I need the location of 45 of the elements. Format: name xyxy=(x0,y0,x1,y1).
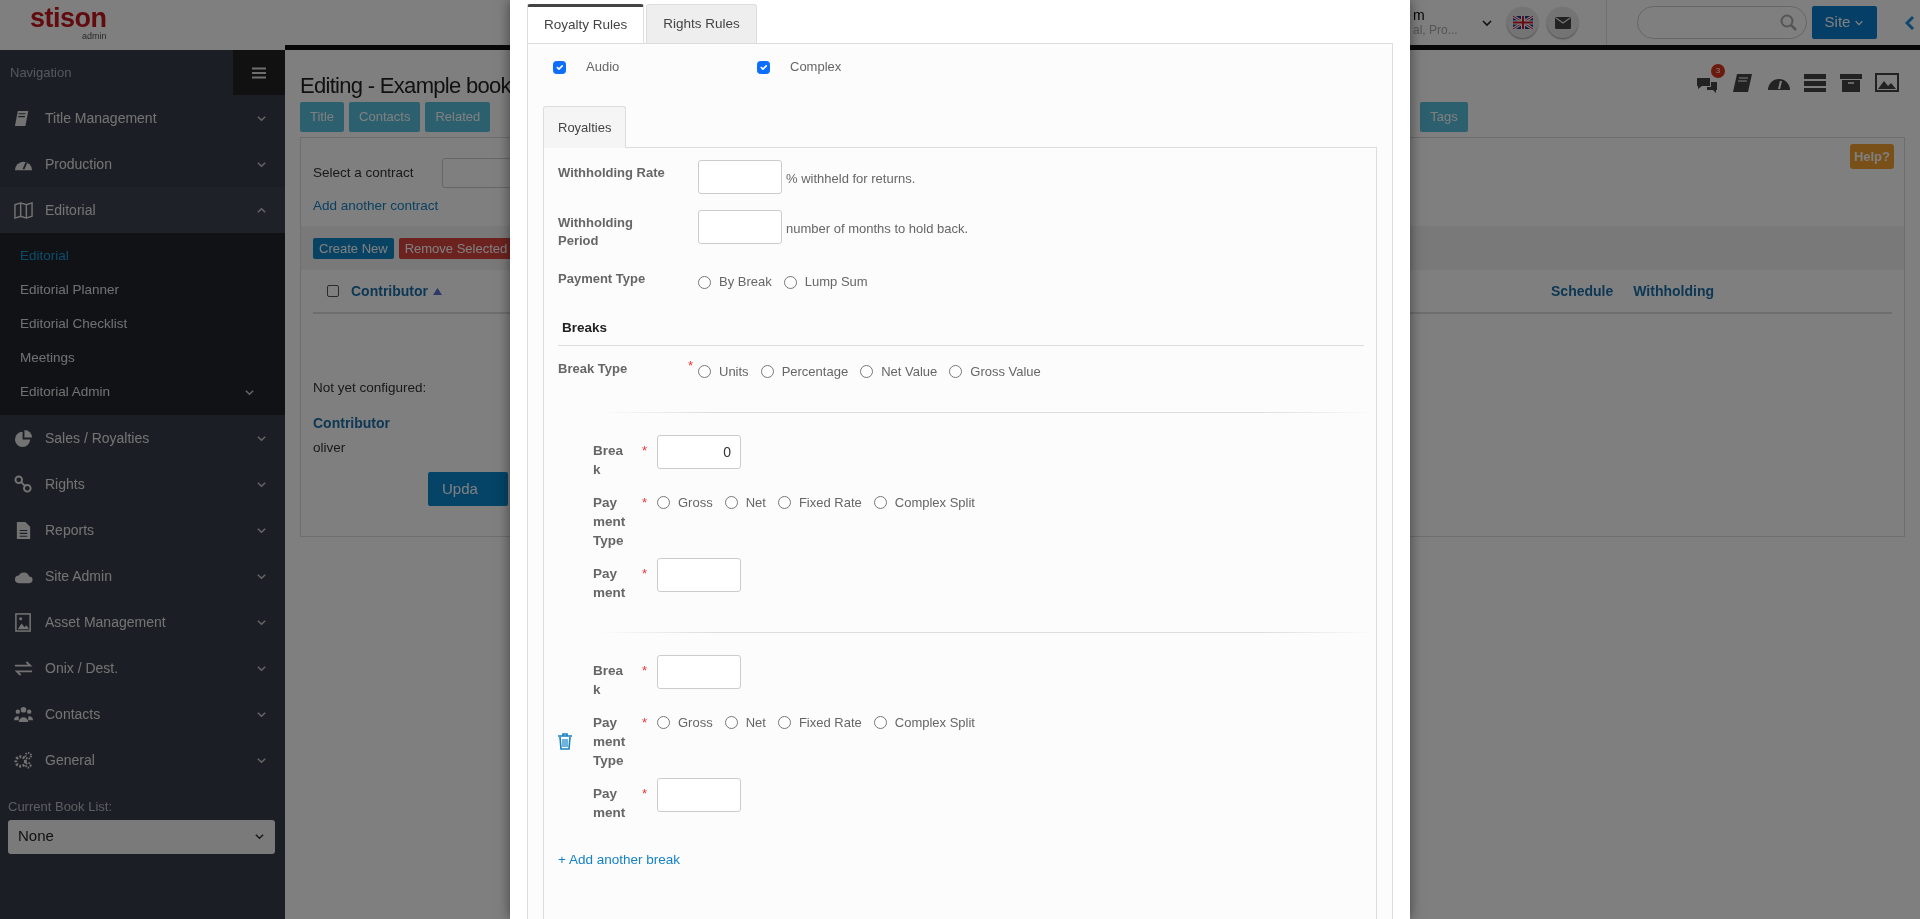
field-label: Withholding Rate xyxy=(558,164,666,182)
radio-label: Percentage xyxy=(781,363,849,382)
field-label: Break xyxy=(593,441,625,479)
checkbox-label: Complex xyxy=(790,58,842,77)
radio-label: Lump Sum xyxy=(804,273,868,292)
radio-label: Net Value xyxy=(881,363,938,382)
required-mark: * xyxy=(640,564,647,583)
section-heading: Contributor xyxy=(312,413,390,433)
page-title: Editing - Example book xyxy=(300,72,511,100)
field-label: Payment Type xyxy=(593,713,627,770)
required-mark: * xyxy=(640,784,647,803)
field-label: Payment xyxy=(593,784,627,822)
field-label: Select a contract xyxy=(313,163,414,182)
field-label: Break xyxy=(593,661,625,699)
status-text: Not yet configured: xyxy=(312,379,427,398)
required-mark: * xyxy=(640,661,647,680)
book-list-label: Current Book List: xyxy=(8,798,114,816)
radio-label: Gross xyxy=(678,493,713,512)
radio-label: Net xyxy=(745,713,766,732)
required-mark: * xyxy=(640,493,647,512)
section-heading: Breaks xyxy=(558,307,1364,347)
notification-count: 3 xyxy=(1711,64,1725,78)
logo-subtitle: admin xyxy=(81,31,107,41)
radio-label: By Break xyxy=(719,273,772,292)
field-label: Payment Type xyxy=(593,493,627,550)
field-label: Withholding Period xyxy=(558,214,634,251)
required-mark: * xyxy=(688,357,695,376)
radio-label: Complex Split xyxy=(894,713,975,732)
radio-label: Complex Split xyxy=(894,493,975,512)
field-hint: % withheld for returns. xyxy=(785,170,916,188)
radio-label: Net xyxy=(745,493,766,512)
field-label: Break Type xyxy=(558,360,629,379)
field-label: Payment Type xyxy=(558,270,647,289)
radio-label: Gross xyxy=(678,713,713,732)
radio-label: Fixed Rate xyxy=(798,493,862,512)
field-hint: number of months to hold back. xyxy=(785,220,969,238)
field-label: Payment xyxy=(593,564,627,602)
nav-heading: Navigation xyxy=(9,63,72,82)
radio-label: Fixed Rate xyxy=(798,713,862,732)
checkbox-label: Audio xyxy=(586,58,620,77)
radio-label: Units xyxy=(719,363,749,382)
required-mark: * xyxy=(640,441,647,460)
required-mark: * xyxy=(640,713,647,732)
contributor-name: oliver xyxy=(312,438,346,457)
radio-label: Gross Value xyxy=(970,363,1041,382)
